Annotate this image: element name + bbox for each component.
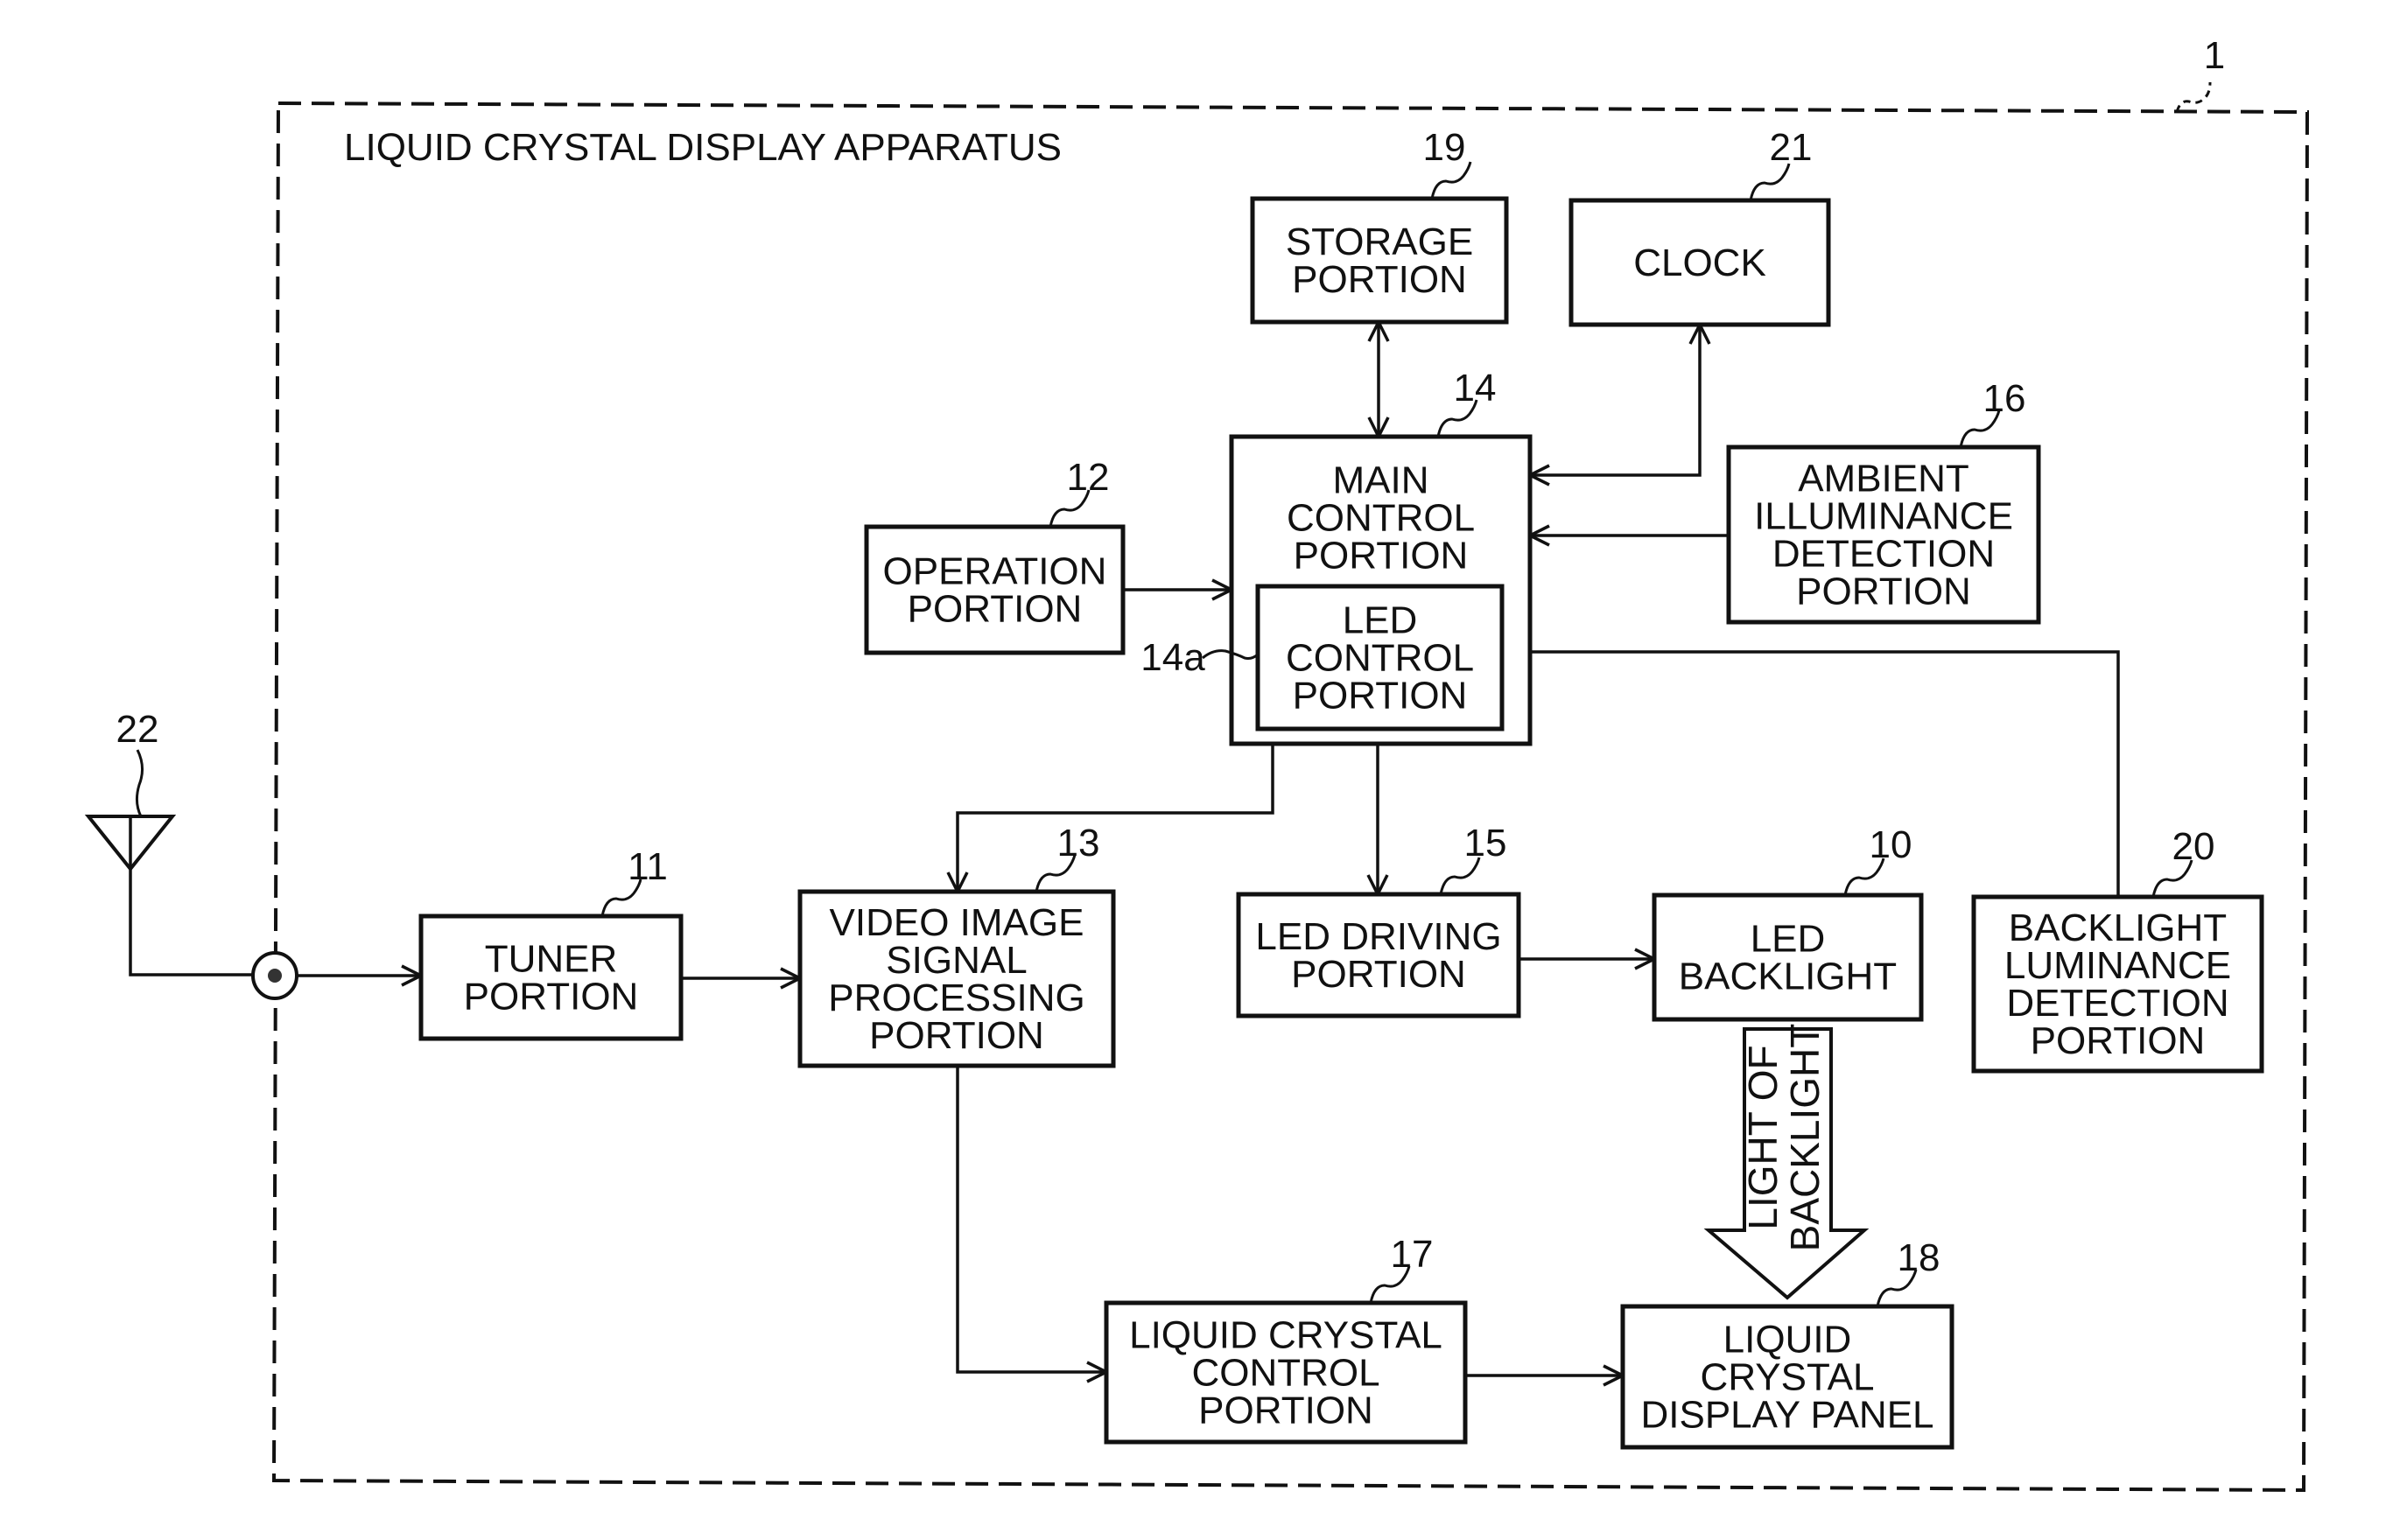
block-operation: OPERATIONPORTION12	[864, 456, 1126, 655]
wire-bl-luminance-to-led-control	[1502, 650, 2120, 897]
wire-video-to-lc-control	[956, 1066, 1106, 1374]
lc-control-label-line-3: PORTION	[1198, 1390, 1373, 1432]
block-led-control: LEDCONTROLPORTION	[1255, 584, 1505, 732]
bl-luminance-label-line-3: DETECTION	[2006, 982, 2228, 1025]
ref-label-16: 16	[1983, 377, 2026, 420]
blocks: STORAGEPORTION19CLOCK21MAINCONTROLPORTIO…	[418, 126, 2264, 1450]
apparatus-title: LIQUID CRYSTAL DISPLAY APPARATUS	[344, 126, 1062, 169]
storage-label-line-1: STORAGE	[1286, 220, 1473, 263]
ambient-label-line-3: DETECTION	[1772, 533, 1995, 576]
lc-panel-label-line-2: CRYSTAL	[1701, 1356, 1875, 1399]
block-lc-control: LIQUID CRYSTALCONTROLPORTION 17	[1104, 1233, 1468, 1445]
clock-label-line-1: CLOCK	[1633, 242, 1766, 284]
video-label-line-2: SIGNAL	[886, 939, 1027, 982]
ref-label-14a: 14a	[1140, 636, 1205, 679]
block-ambient: AMBIENTILLUMINANCEDETECTIONPORTION 16	[1726, 377, 2041, 625]
led-control-label-line-1: LED	[1343, 599, 1418, 642]
ref-label-17: 17	[1391, 1233, 1434, 1276]
storage-label-line-2: PORTION	[1292, 258, 1467, 301]
light-of-backlight-arrow: LIGHT OF BACKLIGHT	[1703, 1024, 1870, 1300]
main-control-label-line-1: MAIN	[1333, 459, 1429, 502]
led-backlight-label-line-2: BACKLIGHT	[1679, 956, 1897, 998]
input-terminal-icon	[251, 951, 298, 1000]
ref-label-10: 10	[1870, 823, 1912, 866]
led-driving-label-line-2: PORTION	[1291, 953, 1466, 996]
lc-control-label-line-2: CONTROL	[1191, 1352, 1379, 1395]
main-control-label-line-3: PORTION	[1294, 535, 1469, 578]
antenna-icon	[84, 815, 177, 872]
block-tuner: TUNERPORTION 11	[418, 845, 684, 1041]
video-label-line-3: PROCESSING	[828, 976, 1084, 1019]
ref-leader-22	[135, 749, 144, 817]
lc-control-label-line-1: LIQUID CRYSTAL	[1129, 1314, 1442, 1357]
ref-label-22: 22	[116, 708, 159, 751]
block-led-backlight: LEDBACKLIGHT 10	[1652, 823, 1924, 1022]
ambient-label-line-2: ILLUMINANCE	[1754, 495, 2013, 538]
bl-luminance-label-line-2: LUMINANCE	[2004, 944, 2231, 987]
antenna-feed-line	[129, 869, 253, 976]
ref-label-1: 1	[2204, 34, 2225, 77]
led-control-label-line-3: PORTION	[1293, 675, 1468, 718]
operation-label-line-1: OPERATION	[883, 550, 1107, 593]
main-control-label-line-2: CONTROL	[1287, 497, 1475, 540]
block-diagram: LIQUID CRYSTAL DISPLAY APPARATUS 1 22 ST…	[84, 34, 2310, 1493]
ref-label-11: 11	[628, 845, 668, 888]
ref-label-15: 15	[1464, 822, 1507, 864]
wire-main-clock	[1530, 325, 1702, 477]
video-label-line-1: VIDEO IMAGE	[830, 901, 1084, 944]
block-storage: STORAGEPORTION 19	[1250, 126, 1509, 325]
ambient-label-line-4: PORTION	[1796, 570, 1971, 613]
light-arrow-line-2: BACKLIGHT	[1782, 1024, 1828, 1252]
block-clock: CLOCK 21	[1568, 126, 1831, 327]
lc-panel-label-line-1: LIQUID	[1723, 1319, 1852, 1362]
wire-main-to-video	[956, 744, 1274, 892]
tuner-label-line-1: TUNER	[485, 938, 618, 981]
bl-luminance-label-line-4: PORTION	[2031, 1019, 2206, 1062]
operation-label-line-2: PORTION	[908, 588, 1083, 631]
ref-label-19: 19	[1423, 126, 1466, 169]
ambient-label-line-1: AMBIENT	[1798, 458, 1969, 500]
led-driving-label-line-1: LED DRIVING	[1255, 915, 1501, 958]
ref-label-13: 13	[1057, 822, 1100, 864]
ref-leader-21	[1749, 163, 1791, 201]
lc-panel-label-line-3: DISPLAY PANEL	[1640, 1394, 1933, 1437]
led-backlight-label-line-1: LED	[1751, 918, 1826, 961]
ref-label-20: 20	[2172, 825, 2215, 868]
ref-label-18: 18	[1898, 1236, 1940, 1279]
ref-leader-1	[2175, 81, 2212, 113]
bl-luminance-label-line-1: BACKLIGHT	[2009, 906, 2227, 949]
light-arrow-line-1: LIGHT OF	[1740, 1045, 1786, 1229]
video-label-line-4: PORTION	[869, 1014, 1044, 1057]
led-control-label-line-2: CONTROL	[1286, 637, 1474, 680]
ref-label-21: 21	[1770, 126, 1813, 169]
tuner-label-line-2: PORTION	[464, 976, 639, 1018]
